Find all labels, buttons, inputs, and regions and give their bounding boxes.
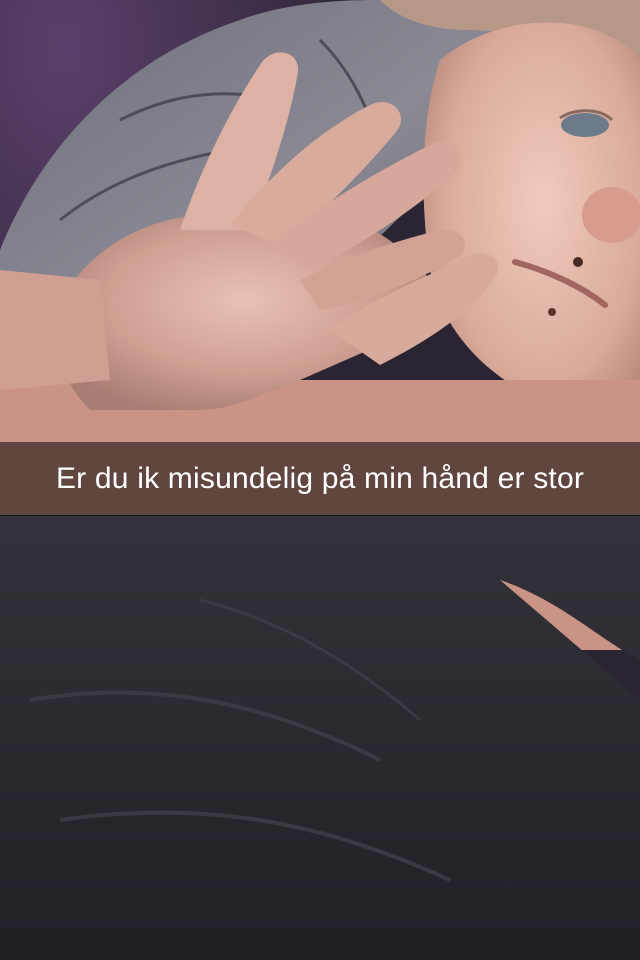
snap-caption-text: Er du ik misundelig på min hånd er stor	[55, 462, 585, 495]
eye	[561, 113, 609, 137]
wrist	[0, 270, 110, 390]
snap-frame: Er du ik misundelig på min hånd er stor	[0, 0, 640, 960]
nose	[582, 187, 640, 243]
shirt	[0, 515, 640, 960]
snap-caption-bar: Er du ik misundelig på min hånd er stor	[0, 442, 640, 516]
mole	[573, 257, 583, 267]
